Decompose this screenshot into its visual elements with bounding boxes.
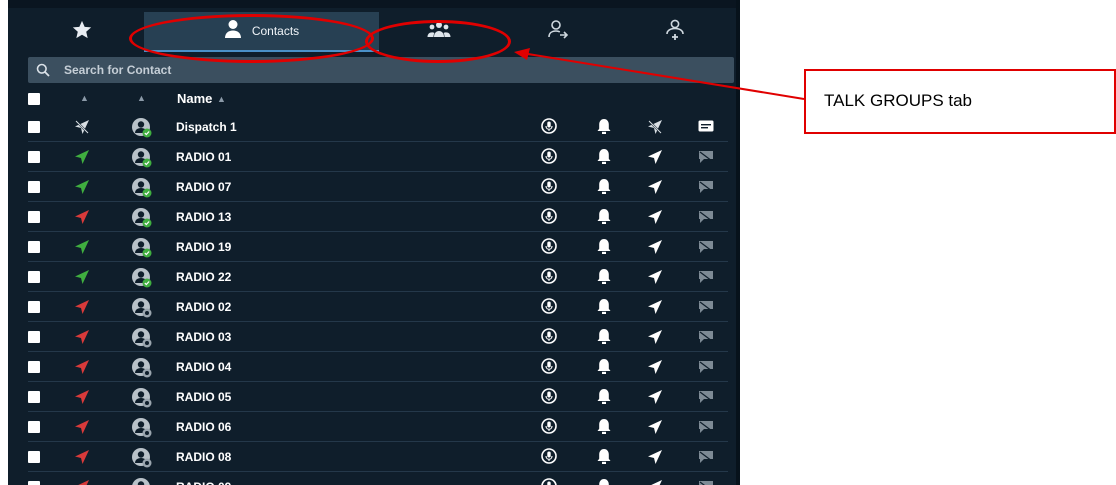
annotation-callout-text: TALK GROUPS tab <box>824 91 973 110</box>
annotation-callout: TALK GROUPS tab <box>804 69 1116 134</box>
